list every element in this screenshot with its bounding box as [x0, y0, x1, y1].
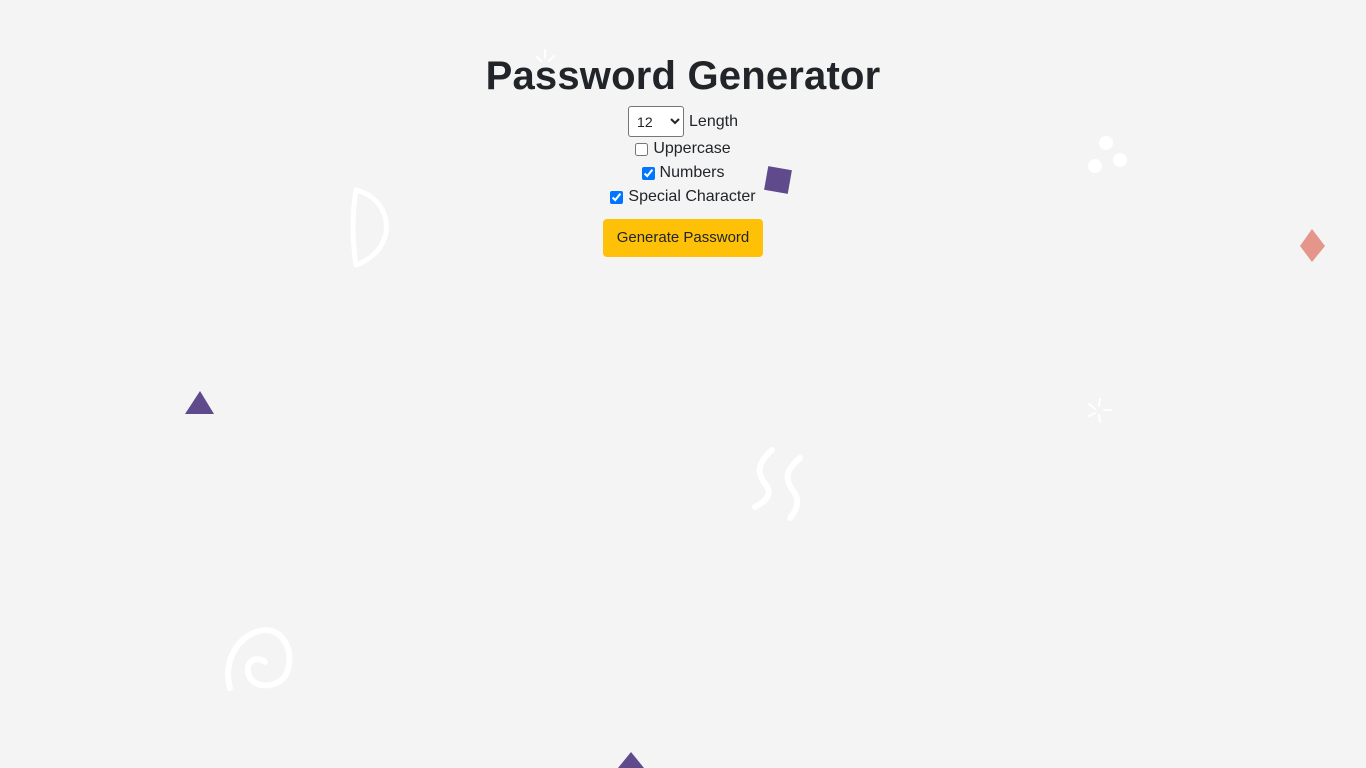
numbers-label: Numbers — [659, 164, 725, 181]
generate-password-button[interactable]: Generate Password — [602, 219, 764, 257]
spiral-doodle — [225, 626, 293, 691]
generator-panel: Password Generator 12 Length Uppercase N… — [0, 48, 1366, 257]
page: Password Generator 12 Length Uppercase N… — [0, 0, 1366, 768]
length-row: 12 Length — [0, 106, 1366, 137]
uppercase-checkbox[interactable] — [635, 142, 649, 156]
special-character-checkbox[interactable] — [610, 190, 624, 204]
sparkle-decoration-right — [1088, 398, 1112, 423]
purple-triangle-decoration — [185, 391, 214, 414]
length-select[interactable]: 12 — [628, 106, 685, 137]
purple-triangle-bottom-decoration — [618, 752, 644, 768]
length-label: Length — [689, 112, 738, 130]
numbers-row: Numbers — [0, 161, 1366, 185]
uppercase-label: Uppercase — [653, 140, 731, 157]
special-character-label: Special Character — [628, 188, 756, 205]
numbers-checkbox[interactable] — [641, 166, 655, 180]
squiggle-doodle — [752, 447, 803, 521]
page-title: Password Generator — [485, 54, 881, 98]
special-character-row: Special Character — [0, 185, 1366, 209]
uppercase-row: Uppercase — [0, 137, 1366, 161]
